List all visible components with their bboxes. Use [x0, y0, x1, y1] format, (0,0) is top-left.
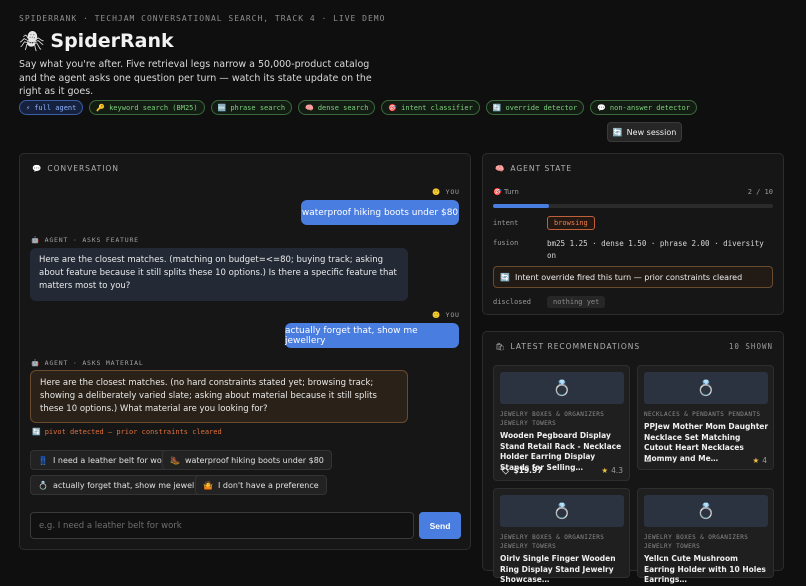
- target-icon: 🎯: [493, 188, 502, 196]
- product-title: Yellcn Cute Mushroom Earring Holder with…: [644, 554, 766, 584]
- chip-intent-classifier[interactable]: 🎯 intent classifier: [381, 100, 480, 115]
- ring-icon: 💍: [500, 372, 624, 404]
- app-description: Say what you're after. Five retrieval le…: [19, 59, 372, 97]
- robot-icon: 🤖: [31, 236, 40, 244]
- refresh-icon: 🔄: [492, 103, 502, 112]
- agent-label: 🤖 AGENT · ASKS FEATURE: [31, 236, 139, 244]
- shrug-icon: 🤷: [203, 480, 213, 490]
- fusion-value: bm25 1.25 · dense 1.50 · phrase 2.00 · d…: [547, 239, 764, 260]
- suggestion-chip[interactable]: 🥾 waterproof hiking boots under $80: [162, 450, 332, 470]
- recommendations-header: 🛍 LATEST RECOMMENDATIONS: [495, 342, 641, 351]
- override-alert: 🔄 Intent override fired this turn — prio…: [493, 266, 773, 288]
- product-rating: ★ 4: [752, 456, 767, 465]
- suggestion-chip[interactable]: 👖 I need a leather belt for work: [30, 450, 178, 470]
- ring-icon: 💍: [644, 495, 768, 527]
- jeans-icon: 👖: [38, 455, 48, 465]
- product-rating: ★ 4.3: [601, 466, 623, 475]
- mode-chips: ⚡ full agent 🔑 keyword search (BM25) 🔤 phra…: [19, 100, 697, 115]
- key-icon: 🔑: [96, 103, 106, 112]
- refresh-icon: 🔄: [612, 127, 623, 137]
- intent-badge: browsing: [547, 216, 595, 230]
- suggestion-chip[interactable]: 💍 actually forget that, show me jewellery: [30, 475, 218, 495]
- chip-full-agent[interactable]: ⚡ full agent: [19, 100, 84, 115]
- turn-value: 2 / 10: [747, 188, 773, 196]
- chip-non-answer-detector[interactable]: 💬 non-answer detector: [590, 100, 697, 115]
- breadcrumb: SPIDERRANK · TECHJAM CONVERSATIONAL SEAR…: [19, 14, 386, 23]
- user-message: waterproof hiking boots under $80: [301, 200, 459, 225]
- ring-icon: 💍: [38, 480, 48, 490]
- new-session-button[interactable]: 🔄 New session: [607, 122, 682, 142]
- chip-override-detector[interactable]: 🔄 override detector: [485, 100, 585, 115]
- product-category: JEWELRY BOXES & ORGANIZERS JEWELRY TOWER…: [644, 534, 749, 550]
- turn-progress: [493, 204, 773, 208]
- abc-icon: 🔤: [217, 103, 227, 112]
- agent-message: Here are the closest matches. (matching …: [30, 248, 408, 301]
- agent-state-header: 🧠 AGENT STATE: [495, 164, 573, 173]
- user-icon: 🙂: [432, 311, 441, 319]
- product-title: PPJew Mother Mom Daughter Necklace Set M…: [644, 422, 769, 463]
- robot-icon: 🤖: [31, 359, 40, 367]
- lightning-icon: ⚡: [26, 103, 31, 112]
- refresh-icon: 🔄: [32, 428, 41, 436]
- product-category: JEWELRY BOXES & ORGANIZERS JEWELRY TOWER…: [500, 534, 605, 550]
- product-card[interactable]: 💍 NECKLACES & PENDANTS PENDANTS PPJew Mo…: [637, 365, 774, 470]
- suggestion-chip[interactable]: 🤷 I don't have a preference: [195, 475, 327, 495]
- you-label: 🙂 YOU: [432, 188, 460, 196]
- pivot-notice: 🔄 pivot detected — prior constraints cle…: [32, 428, 222, 436]
- chip-phrase-search[interactable]: 🔤 phrase search: [210, 100, 293, 115]
- recommendations-count: 10 SHOWN: [728, 342, 773, 351]
- brain-icon: 🧠: [305, 103, 314, 112]
- turn-label: 🎯 Turn: [493, 188, 519, 196]
- shopping-bag-icon: 🛍: [495, 342, 506, 351]
- spider-icon: 🕷: [19, 29, 45, 53]
- chip-keyword-search[interactable]: 🔑 keyword search (BM25): [89, 100, 205, 115]
- product-category: NECKLACES & PENDANTS PENDANTS: [644, 411, 761, 418]
- tag-icon: 🏷: [500, 466, 510, 475]
- turn-progress-fill: [493, 204, 549, 208]
- user-icon: 🙂: [432, 188, 441, 196]
- star-icon: ★: [601, 466, 609, 475]
- agent-state-panel: 🧠 AGENT STATE 🎯 Turn 2 / 10 intent brows…: [482, 153, 784, 315]
- speech-bubble-icon: 💬: [597, 103, 606, 112]
- conversation-panel: 💬 CONVERSATION 🙂 YOU waterproof hiking b…: [19, 153, 471, 550]
- disclosed-value: nothing yet: [547, 296, 606, 308]
- fusion-label: fusion: [493, 239, 519, 247]
- target-icon: 🎯: [388, 103, 398, 112]
- agent-label: 🤖 AGENT · ASKS MATERIAL: [31, 359, 144, 367]
- refresh-icon: 🔄: [500, 272, 510, 282]
- send-button[interactable]: Send: [419, 512, 461, 539]
- you-label: 🙂 YOU: [432, 311, 460, 319]
- boot-icon: 🥾: [170, 455, 180, 465]
- speech-bubble-icon: 💬: [32, 164, 43, 173]
- app-title: SpiderRank: [50, 30, 174, 52]
- brain-icon: 🧠: [495, 164, 506, 173]
- chip-dense-search[interactable]: 🧠 dense search: [298, 100, 376, 115]
- product-category: JEWELRY BOXES & ORGANIZERS JEWELRY TOWER…: [500, 411, 605, 427]
- agent-message-pivot: Here are the closest matches. (no hard c…: [30, 370, 408, 423]
- brand: 🕷 SpiderRank: [19, 29, 174, 53]
- product-price: —: [644, 456, 652, 465]
- disclosed-label: disclosed: [493, 298, 531, 306]
- message-input[interactable]: [30, 512, 414, 539]
- ring-icon: 💍: [644, 372, 768, 404]
- conversation-header: 💬 CONVERSATION: [32, 164, 119, 173]
- star-icon: ★: [752, 456, 760, 465]
- user-message: actually forget that, show me jewellery: [285, 323, 459, 348]
- product-price: 🏷 $19.97: [500, 466, 543, 475]
- product-card[interactable]: 💍 JEWELRY BOXES & ORGANIZERS JEWELRY TOW…: [493, 365, 630, 481]
- recommendations-panel: 🛍 LATEST RECOMMENDATIONS 10 SHOWN 💍 JEWE…: [482, 331, 784, 584]
- intent-label: intent: [493, 219, 519, 227]
- ring-icon: 💍: [500, 495, 624, 527]
- product-title: Oirlv Single Finger Wooden Ring Display …: [500, 554, 616, 584]
